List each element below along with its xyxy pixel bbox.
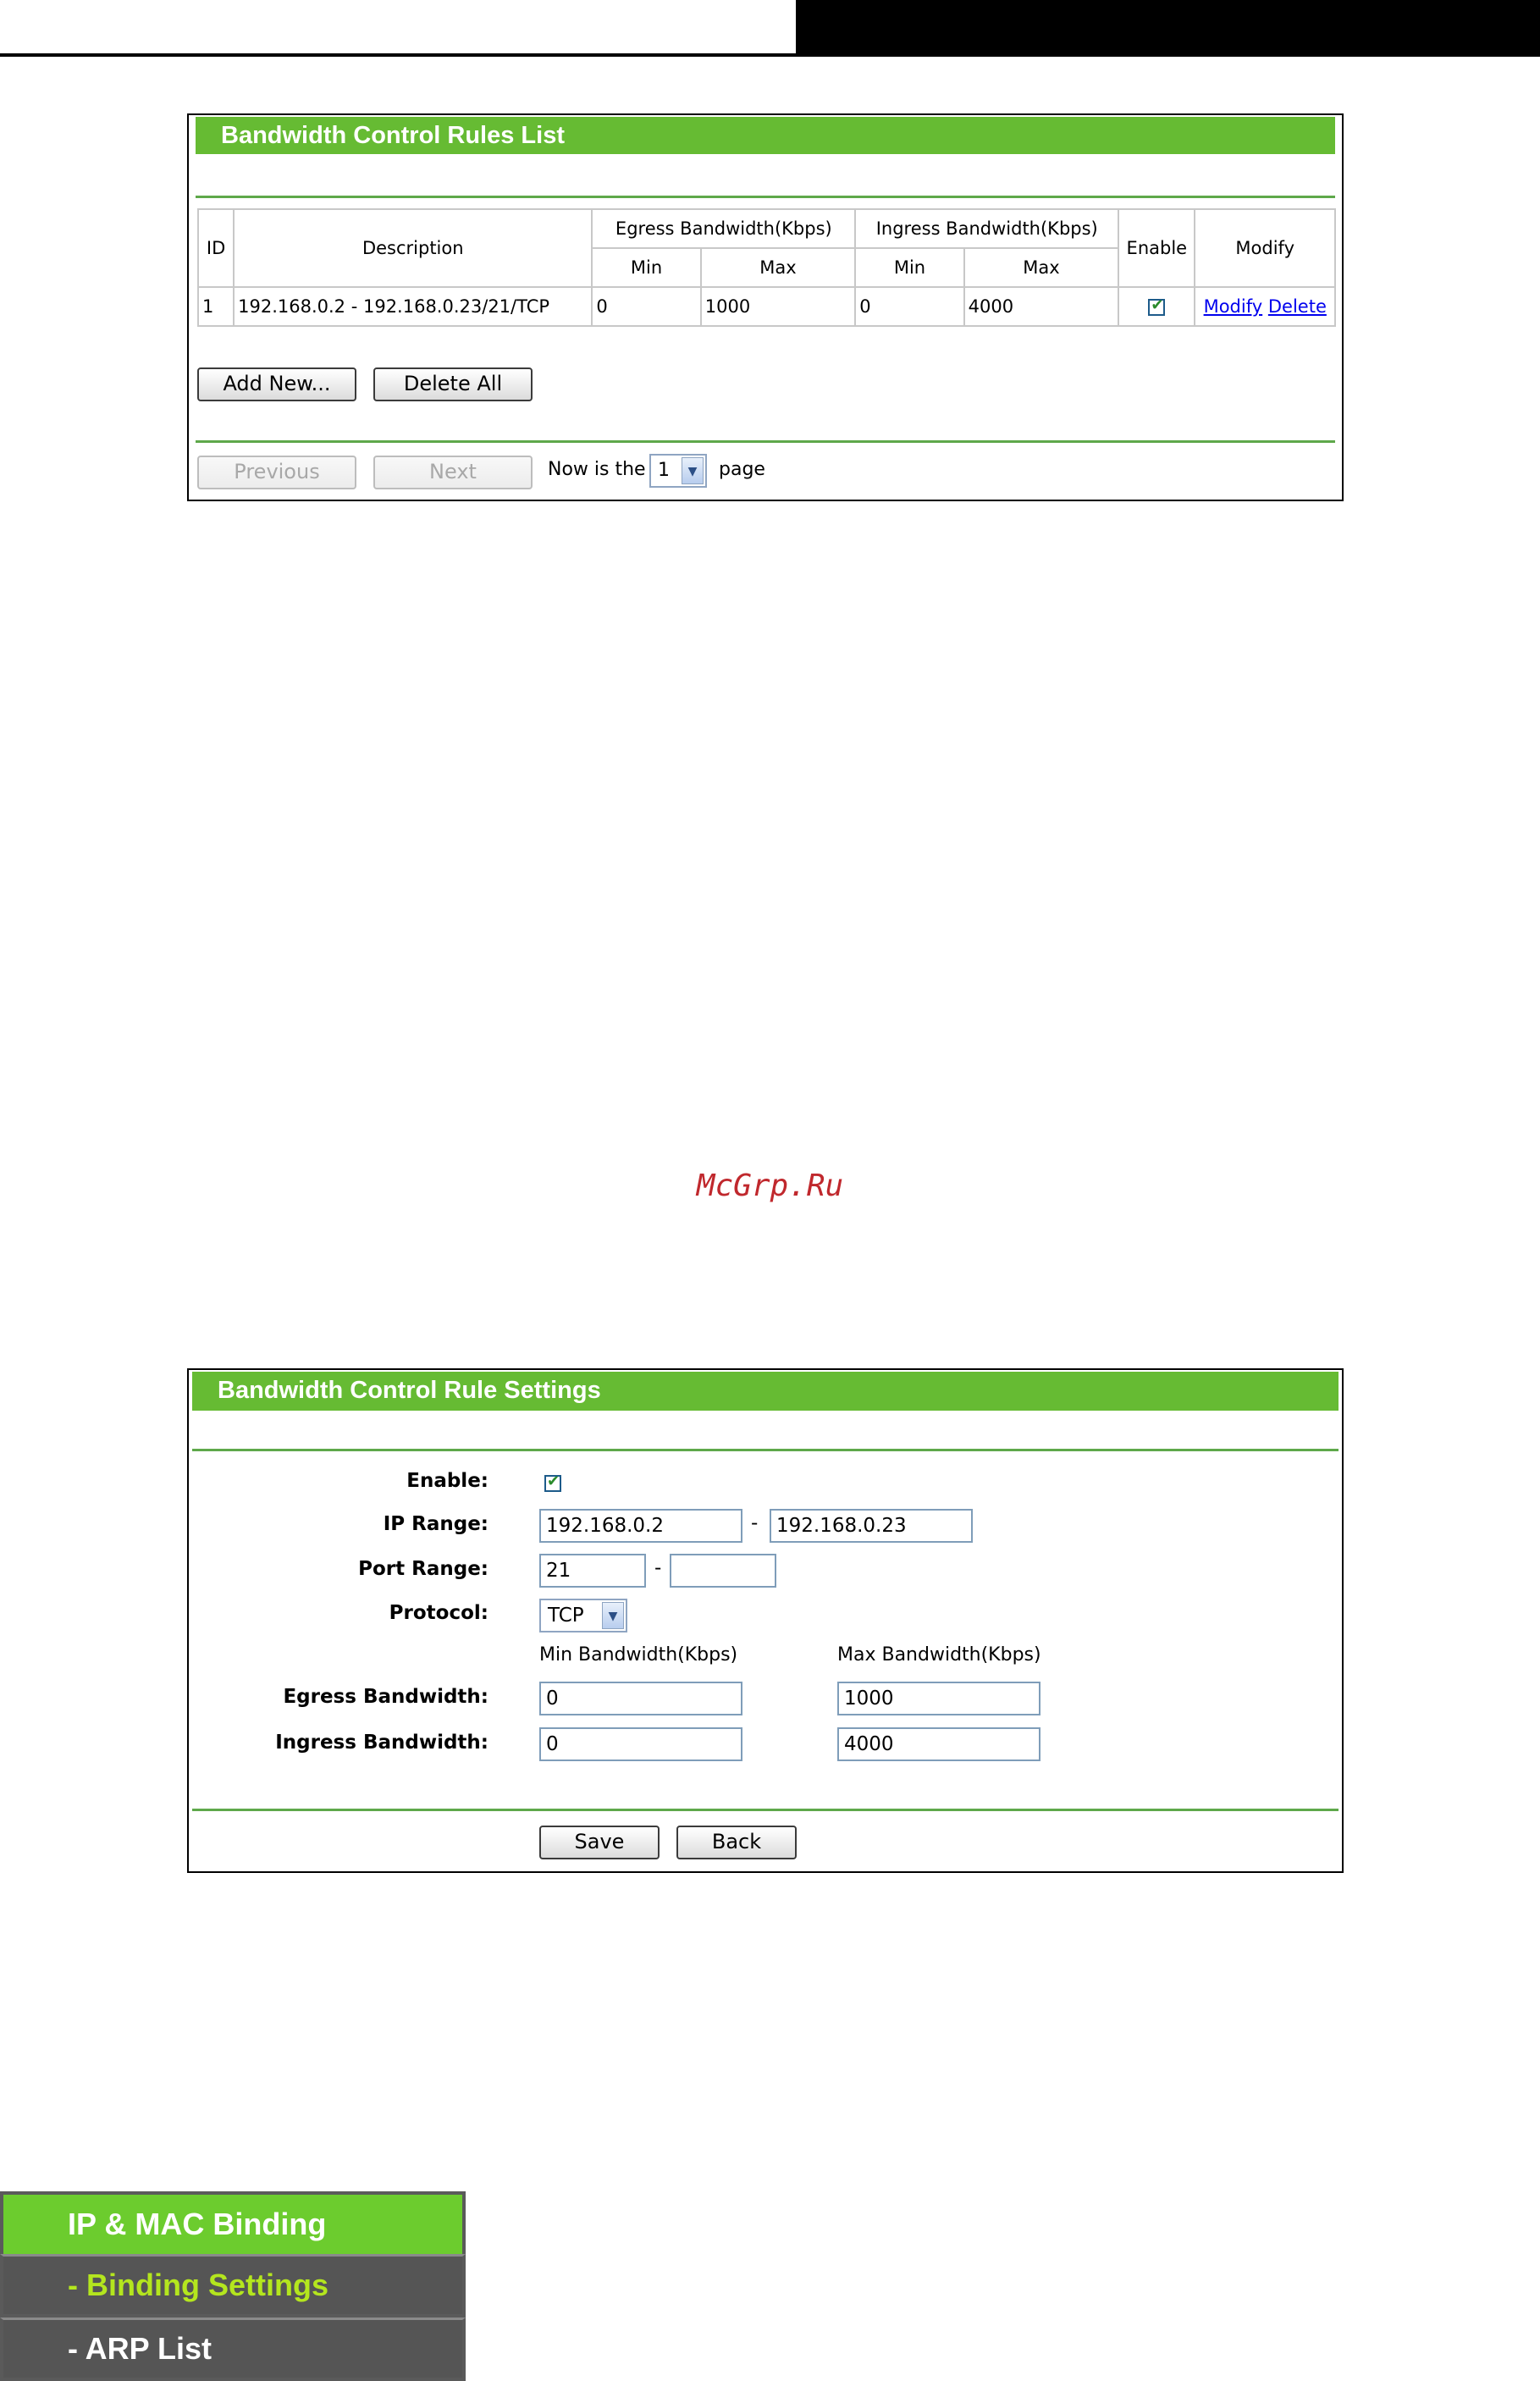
previous-button[interactable]: Previous <box>197 456 356 489</box>
page-select-value: 1 <box>658 460 670 481</box>
side-menu: IP & MAC Binding - Binding Settings - AR… <box>0 2191 466 2381</box>
ip-range-label: IP Range: <box>383 1513 488 1535</box>
page-suffix-text: page <box>719 459 765 480</box>
enable-label: Enable: <box>406 1470 488 1492</box>
row-enable-checkbox[interactable] <box>1148 296 1166 316</box>
col-egress-header: Egress Bandwidth(Kbps) <box>591 208 857 249</box>
page-select[interactable]: 1 ▼ <box>649 454 707 488</box>
page-prefix-text: Now is the <box>548 459 646 480</box>
ip-range-dash: - <box>751 1512 759 1534</box>
port-range-dash: - <box>654 1557 662 1579</box>
menu-item-arp-list[interactable]: - ARP List <box>0 2317 466 2381</box>
egress-max-input[interactable]: 1000 <box>837 1682 1040 1715</box>
row-enable-cell <box>1118 286 1196 327</box>
row-egress-max: 1000 <box>699 286 857 327</box>
rule-settings-divider-bottom <box>192 1809 1339 1811</box>
rule-settings-title: Bandwidth Control Rule Settings <box>192 1372 1339 1411</box>
rules-list-divider-top <box>196 196 1335 198</box>
rules-list-panel: Bandwidth Control Rules List ID Descript… <box>187 113 1344 501</box>
modify-link[interactable]: Modify <box>1204 296 1263 317</box>
row-ingress-max: 4000 <box>963 286 1120 327</box>
egress-bandwidth-label: Egress Bandwidth: <box>283 1686 488 1708</box>
enable-checkbox[interactable] <box>544 1472 561 1492</box>
col-modify-header: Modify <box>1194 208 1336 288</box>
egress-min-header: Min <box>591 247 702 288</box>
min-bandwidth-header: Min Bandwidth(Kbps) <box>539 1644 738 1666</box>
egress-max-header: Max <box>699 247 857 288</box>
ip-start-input[interactable]: 192.168.0.2 <box>539 1509 742 1543</box>
max-bandwidth-header: Max Bandwidth(Kbps) <box>837 1644 1041 1666</box>
back-button[interactable]: Back <box>676 1826 797 1859</box>
port-end-input[interactable] <box>670 1554 776 1588</box>
header-black-bar <box>796 0 1540 57</box>
delete-link[interactable]: Delete <box>1268 296 1327 317</box>
col-description-header: Description <box>233 208 593 288</box>
col-ingress-header: Ingress Bandwidth(Kbps) <box>854 208 1120 249</box>
egress-min-input[interactable]: 0 <box>539 1682 742 1715</box>
save-button[interactable]: Save <box>539 1826 660 1859</box>
col-id-header: ID <box>196 208 235 288</box>
protocol-select-value: TCP <box>548 1605 584 1627</box>
chevron-down-icon: ▼ <box>602 1602 624 1629</box>
menu-header-ip-mac-binding[interactable]: IP & MAC Binding <box>0 2191 466 2254</box>
protocol-label: Protocol: <box>389 1602 488 1624</box>
header-rule <box>0 53 796 57</box>
table-row: 1 192.168.0.2 - 192.168.0.23/21/TCP 0 10… <box>196 286 1336 327</box>
next-button[interactable]: Next <box>373 456 533 489</box>
chevron-down-icon: ▼ <box>682 457 704 484</box>
row-description: 192.168.0.2 - 192.168.0.23/21/TCP <box>233 286 593 327</box>
rule-settings-panel: Bandwidth Control Rule Settings Enable: … <box>187 1368 1344 1873</box>
row-egress-min: 0 <box>591 286 702 327</box>
menu-item-binding-settings[interactable]: - Binding Settings <box>0 2254 466 2317</box>
port-start-input[interactable]: 21 <box>539 1554 646 1588</box>
row-actions-cell: Modify Delete <box>1194 286 1336 327</box>
row-id: 1 <box>196 286 235 327</box>
rules-list-title: Bandwidth Control Rules List <box>196 117 1335 154</box>
add-new-button[interactable]: Add New... <box>197 367 356 401</box>
rule-settings-divider-top <box>192 1449 1339 1451</box>
rules-table: ID Description Egress Bandwidth(Kbps) In… <box>196 208 1336 327</box>
port-range-label: Port Range: <box>358 1558 488 1580</box>
watermark-text: McGrp.Ru <box>696 1168 844 1203</box>
ingress-bandwidth-label: Ingress Bandwidth: <box>275 1732 488 1754</box>
row-ingress-min: 0 <box>854 286 965 327</box>
col-enable-header: Enable <box>1118 208 1196 288</box>
ingress-min-input[interactable]: 0 <box>539 1727 742 1761</box>
protocol-select[interactable]: TCP ▼ <box>539 1599 627 1632</box>
ingress-min-header: Min <box>854 247 965 288</box>
ingress-max-header: Max <box>963 247 1120 288</box>
ip-end-input[interactable]: 192.168.0.23 <box>770 1509 973 1543</box>
ingress-max-input[interactable]: 4000 <box>837 1727 1040 1761</box>
rules-list-divider-bottom <box>196 440 1335 443</box>
delete-all-button[interactable]: Delete All <box>373 367 533 401</box>
